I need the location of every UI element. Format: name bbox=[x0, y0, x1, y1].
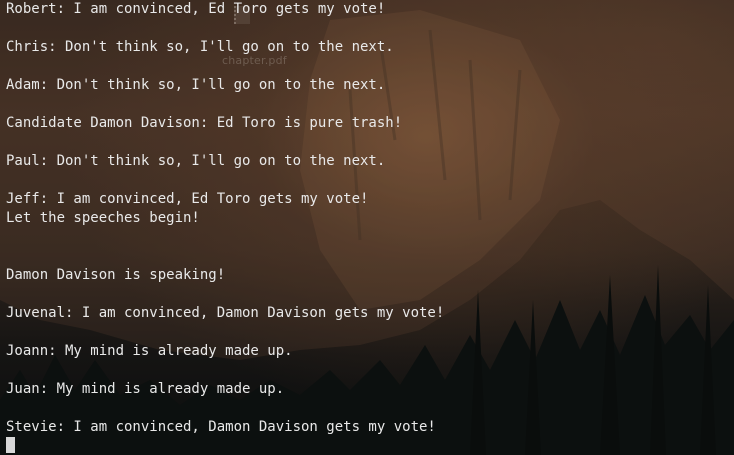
terminal-line: Jeff: I am convinced, Ed Toro gets my vo… bbox=[6, 191, 369, 207]
terminal-line: Joann: My mind is already made up. bbox=[6, 343, 293, 359]
terminal-line: Let the speeches begin! bbox=[6, 210, 200, 226]
terminal-window[interactable]: chapter.pdf Robert: I am convinced, Ed T… bbox=[0, 0, 734, 455]
terminal-line: Robert: I am convinced, Ed Toro gets my … bbox=[6, 1, 386, 17]
terminal-line: Paul: Don't think so, I'll go on to the … bbox=[6, 153, 386, 169]
terminal-line: Candidate Damon Davison: Ed Toro is pure… bbox=[6, 115, 403, 131]
terminal-line: Juvenal: I am convinced, Damon Davison g… bbox=[6, 305, 445, 321]
terminal-line: Chris: Don't think so, I'll go on to the… bbox=[6, 39, 394, 55]
terminal-line: Damon Davison is speaking! bbox=[6, 267, 226, 283]
block-cursor-icon bbox=[6, 437, 15, 453]
prompt-line[interactable] bbox=[6, 437, 444, 455]
terminal-line: Stevie: I am convinced, Damon Davison ge… bbox=[6, 419, 436, 435]
terminal-output: Robert: I am convinced, Ed Toro gets my … bbox=[6, 0, 444, 455]
terminal-line: Juan: My mind is already made up. bbox=[6, 381, 285, 397]
terminal-line: Adam: Don't think so, I'll go on to the … bbox=[6, 77, 386, 93]
